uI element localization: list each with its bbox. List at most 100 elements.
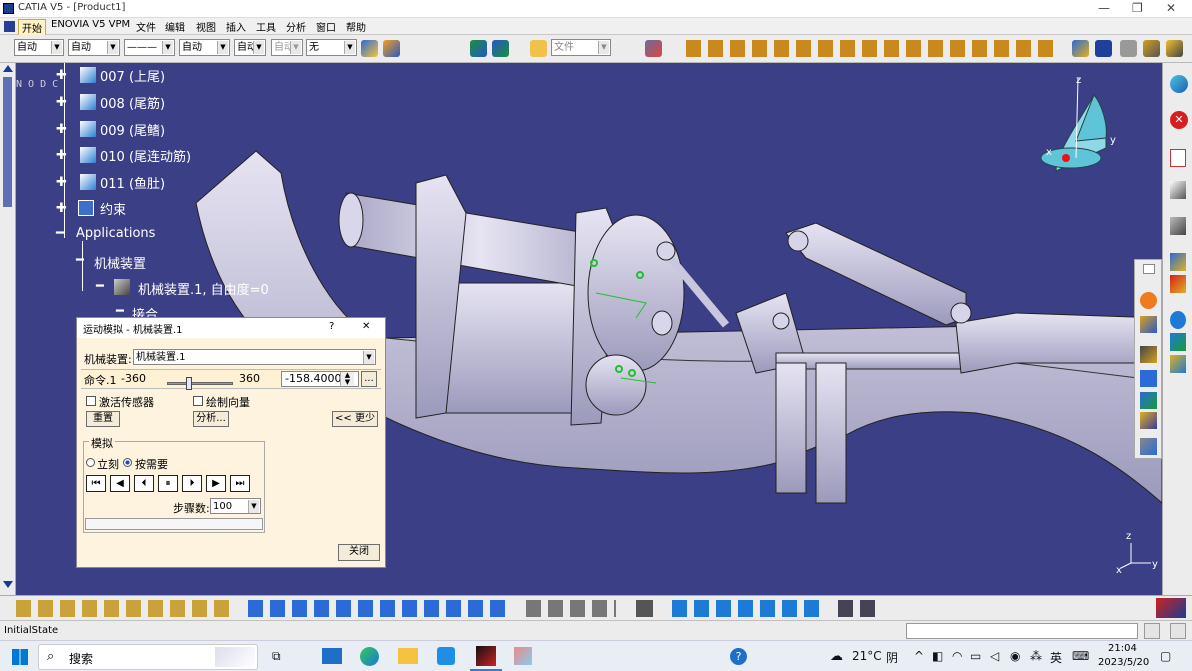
slider-thumb[interactable] (185, 377, 192, 390)
select-icon[interactable] (1170, 181, 1186, 199)
menu-help[interactable]: 帮助 (343, 19, 369, 34)
compass-tool-icon[interactable] (1170, 75, 1188, 93)
fire-icon[interactable] (1140, 292, 1157, 309)
skip-to-end-icon[interactable]: ⏭ (230, 475, 250, 492)
menu-start[interactable]: 开始 (18, 19, 46, 36)
expand-icon[interactable]: ✚ (56, 201, 67, 216)
flag-icon[interactable] (470, 40, 487, 57)
floating-toolbar-close[interactable] (1143, 264, 1155, 274)
steps-select[interactable]: 100 ▼ (210, 498, 261, 514)
menu-tools[interactable]: 工具 (253, 19, 279, 34)
command-slider[interactable] (167, 377, 233, 390)
joint-icon[interactable] (1140, 346, 1157, 363)
expand-icon[interactable]: ✚ (56, 95, 67, 110)
gears-icon[interactable] (1140, 316, 1157, 333)
kuwo-app-icon[interactable] (437, 647, 455, 665)
speed-icon[interactable] (1140, 438, 1157, 455)
taskbar-search-box[interactable]: ⌕ 搜索 (38, 644, 258, 670)
properties-icon[interactable] (383, 40, 400, 57)
transparency-combo[interactable]: 自动 ▼ (68, 39, 120, 56)
pdf-icon[interactable] (1170, 149, 1186, 167)
point-combo[interactable]: 自动 ▼ (234, 39, 266, 56)
paint-app-icon[interactable] (514, 647, 532, 665)
plot-vectors-checkbox[interactable] (193, 396, 203, 406)
battery-icon[interactable]: ▭ (970, 649, 981, 663)
catalog-icon[interactable] (645, 40, 662, 57)
play-back-icon[interactable]: ⏴ (134, 475, 154, 492)
rotate-tool-icon[interactable] (1170, 217, 1186, 235)
step-back-icon[interactable]: ◀ (110, 475, 130, 492)
flag2-icon[interactable] (492, 40, 509, 57)
on-request-radio[interactable] (123, 458, 132, 467)
menu-enovia[interactable]: ENOVIA V5 VPM (48, 19, 133, 30)
catia-app-icon[interactable] (476, 646, 496, 666)
maximize-icon[interactable]: ❐ (1132, 1, 1143, 15)
play-forward-icon[interactable]: ⏵ (182, 475, 202, 492)
mechanism-select[interactable]: 机械装置.1 ▼ (133, 349, 376, 365)
task-view-icon[interactable]: ⧉ (272, 649, 281, 664)
clock-time[interactable]: 21:04 (1108, 643, 1137, 654)
expand-icon[interactable]: ✚ (56, 122, 67, 137)
menu-file[interactable]: 文件 (133, 19, 159, 34)
windows-start-icon[interactable] (12, 649, 28, 665)
tools-icon[interactable] (1143, 40, 1160, 57)
volume-icon[interactable]: ◁ (990, 649, 999, 663)
activate-sensors-checkbox[interactable] (86, 396, 96, 406)
stop-icon[interactable]: ✕ (1170, 111, 1188, 129)
dialog-titlebar[interactable]: 运动模拟 - 机械装置.1 ? ✕ (77, 318, 385, 338)
close-button[interactable]: 关闭 (338, 544, 380, 561)
gear-red-icon[interactable] (1170, 275, 1186, 293)
axis-tool-icon[interactable] (1170, 333, 1186, 351)
dialog-help-button[interactable]: ? (329, 321, 334, 332)
reset-button[interactable]: 重置 (86, 411, 120, 427)
help-app-icon[interactable]: ? (730, 648, 747, 665)
analyze-button[interactable]: 分析... (193, 411, 229, 427)
edge-app-icon[interactable] (360, 647, 379, 666)
lineweight-combo[interactable]: 自动 ▼ (179, 39, 230, 56)
dialog-close-icon[interactable]: ✕ (362, 321, 370, 332)
step-forward-icon[interactable]: ▶ (206, 475, 226, 492)
mail-app-icon[interactable] (322, 648, 342, 664)
layer-combo[interactable]: 自动 ▼ (271, 39, 303, 56)
ime-icon[interactable]: ⁂ (1030, 649, 1042, 663)
expand-icon[interactable]: ✚ (56, 175, 67, 190)
gear-blue-icon[interactable] (1170, 253, 1186, 271)
status-button-2[interactable] (1170, 623, 1186, 639)
immediate-radio[interactable] (86, 458, 95, 467)
language-indicator[interactable]: 英 (1050, 649, 1062, 666)
grid-icon[interactable] (1095, 40, 1112, 57)
ruler-icon[interactable] (1170, 355, 1186, 373)
scroll-up-icon[interactable] (3, 65, 13, 72)
folder-icon[interactable] (530, 40, 547, 57)
collapse-icon[interactable]: ━ (56, 226, 64, 241)
menu-window[interactable]: 窗口 (313, 19, 339, 34)
linetype-combo[interactable]: ——— ▼ (124, 39, 175, 56)
pause-icon[interactable]: ⏸ (158, 475, 178, 492)
security-icon[interactable]: ◉ (1010, 649, 1020, 663)
notification-icon[interactable]: ▢ (1160, 649, 1171, 663)
format-painter-icon[interactable] (361, 40, 378, 57)
more-options-button[interactable]: ... (361, 371, 377, 387)
expand-icon[interactable]: ✚ (56, 68, 67, 83)
scroll-thumb[interactable] (3, 77, 12, 207)
clock-date[interactable]: 2023/5/20 (1098, 657, 1149, 668)
wrench-icon[interactable] (1166, 40, 1183, 57)
refresh-icon[interactable] (1170, 311, 1186, 329)
spinner-icon[interactable]: ▲ ▼ (340, 372, 354, 386)
collapse-icon[interactable]: ━ (76, 253, 84, 268)
law-icon[interactable] (1140, 412, 1157, 429)
menu-edit[interactable]: 编辑 (162, 19, 188, 34)
less-button[interactable]: << 更少 (332, 411, 378, 427)
explorer-app-icon[interactable] (398, 648, 418, 664)
scroll-down-icon[interactable] (3, 581, 13, 588)
menu-view[interactable]: 视图 (193, 19, 219, 34)
close-icon[interactable]: ✕ (1166, 1, 1176, 15)
minimize-icon[interactable]: — (1098, 1, 1110, 15)
file-combo[interactable]: 文件 ▼ (551, 39, 611, 56)
status-button-1[interactable] (1144, 623, 1160, 639)
command-input[interactable] (906, 623, 1138, 639)
sensor-icon[interactable] (1140, 392, 1157, 409)
menu-insert[interactable]: 插入 (223, 19, 249, 34)
gear-icon[interactable] (1072, 40, 1089, 57)
simulation-icon[interactable] (1120, 40, 1137, 57)
